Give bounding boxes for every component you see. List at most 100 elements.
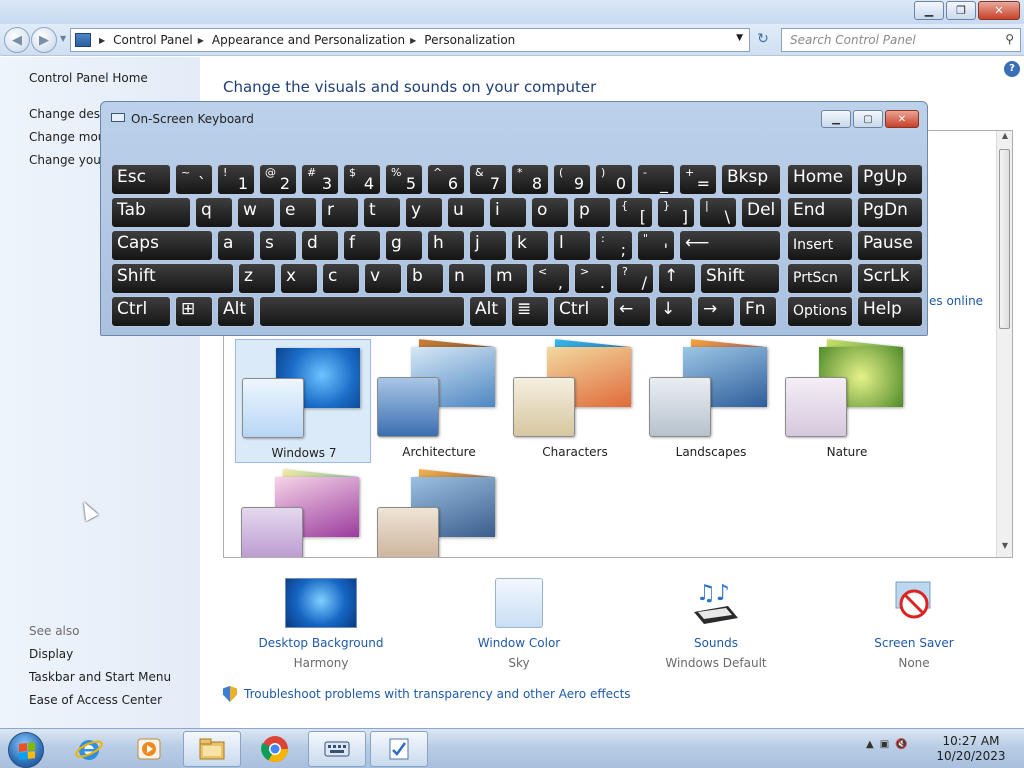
osk-key-c[interactable]: c [322, 263, 360, 294]
breadcrumb-arrow-icon[interactable]: ▶ [99, 36, 105, 45]
osk-key-tab[interactable]: Tab [111, 197, 191, 228]
theme-architecture[interactable]: Architecture [371, 339, 507, 463]
breadcrumb-appearance[interactable]: Appearance and Personalization [212, 33, 405, 47]
theme-item[interactable] [371, 469, 507, 557]
taskbar-media-player[interactable] [120, 731, 178, 767]
theme-characters[interactable]: Characters [507, 339, 643, 463]
breadcrumb-arrow-icon[interactable]: ▶ [198, 36, 204, 45]
osk-key-↑[interactable]: ↑ [658, 263, 696, 294]
osk-key-←[interactable]: ← [613, 296, 651, 327]
osk-key-ctrl[interactable]: Ctrl [111, 296, 171, 327]
osk-key-h[interactable]: h [427, 230, 465, 261]
maximize-button[interactable]: ❐ [946, 1, 976, 20]
theme-list-scrollbar[interactable]: ▲ ▼ [996, 131, 1012, 557]
osk-key-n[interactable]: n [448, 263, 486, 294]
on-screen-keyboard-window[interactable]: On-Screen Keyboard ▁ ▢ ✕ Esc ~ `! 1 @2 #3 $4% 5… [100, 101, 928, 336]
taskbar-control-panel[interactable] [370, 731, 428, 767]
osk-key-3[interactable]: #3 [301, 164, 339, 195]
osk-key-l[interactable]: l [553, 230, 591, 261]
osk-key-pgup[interactable]: PgUp [857, 164, 923, 195]
osk-key-v[interactable]: v [364, 263, 402, 294]
osk-key-,[interactable]: <, [532, 263, 570, 294]
osk-key-5[interactable]: % 5 [385, 164, 423, 195]
osk-key-;[interactable]: :; [595, 230, 633, 261]
scroll-up-icon[interactable]: ▲ [997, 131, 1012, 147]
osk-key-fn[interactable]: Fn [739, 296, 777, 327]
osk-key-[interactable] [259, 296, 465, 327]
desktop-background-item[interactable]: Desktop Background Harmony [251, 578, 391, 670]
minimize-button[interactable]: ▁ [914, 1, 944, 20]
osk-key-p[interactable]: p [573, 197, 611, 228]
osk-key-.[interactable]: >. [574, 263, 612, 294]
recent-pages-dropdown-icon[interactable]: ▼ [60, 34, 66, 43]
troubleshoot-link[interactable]: Troubleshoot problems with transparency … [223, 686, 631, 702]
osk-key-0[interactable]: ) 0 [595, 164, 633, 195]
osk-key-i[interactable]: i [489, 197, 527, 228]
address-dropdown-icon[interactable]: ▼ [736, 33, 743, 43]
osk-key-caps[interactable]: Caps [111, 230, 213, 261]
display-link[interactable]: Display [29, 647, 73, 661]
osk-key-⊞[interactable]: ⊞ [175, 296, 213, 327]
forward-button[interactable]: ▶ [31, 27, 57, 53]
sounds-item[interactable]: ♫♪ Sounds Windows Default [646, 578, 786, 670]
osk-key-/[interactable]: ? / [616, 263, 654, 294]
taskbar-clock[interactable]: 10:27 AM 10/20/2023 [930, 734, 1012, 764]
osk-key-z[interactable]: z [238, 263, 276, 294]
osk-key-2[interactable]: @2 [259, 164, 297, 195]
theme-item[interactable] [235, 469, 371, 557]
search-icon[interactable]: ⚲ [1005, 32, 1014, 46]
network-icon[interactable]: ▣ [880, 739, 889, 750]
breadcrumb-personalization[interactable]: Personalization [424, 33, 515, 47]
osk-key-d[interactable]: d [301, 230, 339, 261]
ease-of-access-link[interactable]: Ease of Access Center [29, 693, 162, 707]
osk-key-scrlk[interactable]: ScrLk [857, 263, 923, 294]
osk-key-6[interactable]: ^ 6 [427, 164, 465, 195]
osk-key-8[interactable]: * 8 [511, 164, 549, 195]
breadcrumb-arrow-icon[interactable]: ▶ [410, 36, 416, 45]
screen-saver-item[interactable]: Screen Saver None [844, 578, 984, 670]
back-button[interactable]: ◀ [4, 27, 30, 53]
close-button[interactable]: ✕ [978, 1, 1020, 20]
osk-key-s[interactable]: s [259, 230, 297, 261]
osk-key-[[interactable]: {[ [615, 197, 653, 228]
taskbar-explorer[interactable] [183, 731, 241, 767]
osk-key-pause[interactable]: Pause [857, 230, 923, 261]
theme-nature[interactable]: Nature [779, 339, 915, 463]
osk-key-home[interactable]: Home [787, 164, 853, 195]
osk-key-\[interactable]: | \ [699, 197, 737, 228]
osk-key-ctrl[interactable]: Ctrl [553, 296, 609, 327]
osk-key-prtscn[interactable]: PrtScn [787, 263, 853, 294]
theme-landscapes[interactable]: Landscapes [643, 339, 779, 463]
window-color-item[interactable]: Window Color Sky [449, 578, 589, 670]
osk-key-alt[interactable]: Alt [217, 296, 255, 327]
osk-key-=[interactable]: + = [679, 164, 717, 195]
osk-key-t[interactable]: t [363, 197, 401, 228]
desktop-background-link[interactable]: Desktop Background [251, 636, 391, 650]
osk-key-⟵[interactable]: ⟵ [679, 230, 781, 261]
osk-key-`[interactable]: ~ ` [175, 164, 213, 195]
osk-key-_[interactable]: - _ [637, 164, 675, 195]
osk-key-pgdn[interactable]: PgDn [857, 197, 923, 228]
osk-key-y[interactable]: y [405, 197, 443, 228]
osk-key-m[interactable]: m [490, 263, 528, 294]
help-icon[interactable]: ? [1004, 61, 1020, 77]
osk-key-1[interactable]: ! 1 [217, 164, 255, 195]
osk-key-esc[interactable]: Esc [111, 164, 171, 195]
taskbar-chrome[interactable] [246, 731, 304, 767]
osk-key-q[interactable]: q [195, 197, 233, 228]
osk-key-shift[interactable]: Shift [700, 263, 780, 294]
change-account-picture-link[interactable]: Change your [29, 153, 106, 167]
control-panel-home-link[interactable]: Control Panel Home [29, 71, 148, 85]
address-bar[interactable]: ▶ Control Panel ▶ Appearance and Persona… [70, 28, 750, 52]
osk-key-9[interactable]: (9 [553, 164, 591, 195]
taskbar-start-menu-link[interactable]: Taskbar and Start Menu [29, 670, 171, 684]
scroll-thumb[interactable] [999, 149, 1010, 329]
osk-key-↓[interactable]: ↓ [655, 296, 693, 327]
volume-muted-icon[interactable]: 🔇 [895, 739, 907, 750]
osk-key-del[interactable]: Del [741, 197, 782, 228]
window-color-link[interactable]: Window Color [449, 636, 589, 650]
screen-saver-link[interactable]: Screen Saver [844, 636, 984, 650]
taskbar-internet-explorer[interactable] [60, 731, 118, 767]
osk-key-e[interactable]: e [279, 197, 317, 228]
sounds-link[interactable]: Sounds [646, 636, 786, 650]
